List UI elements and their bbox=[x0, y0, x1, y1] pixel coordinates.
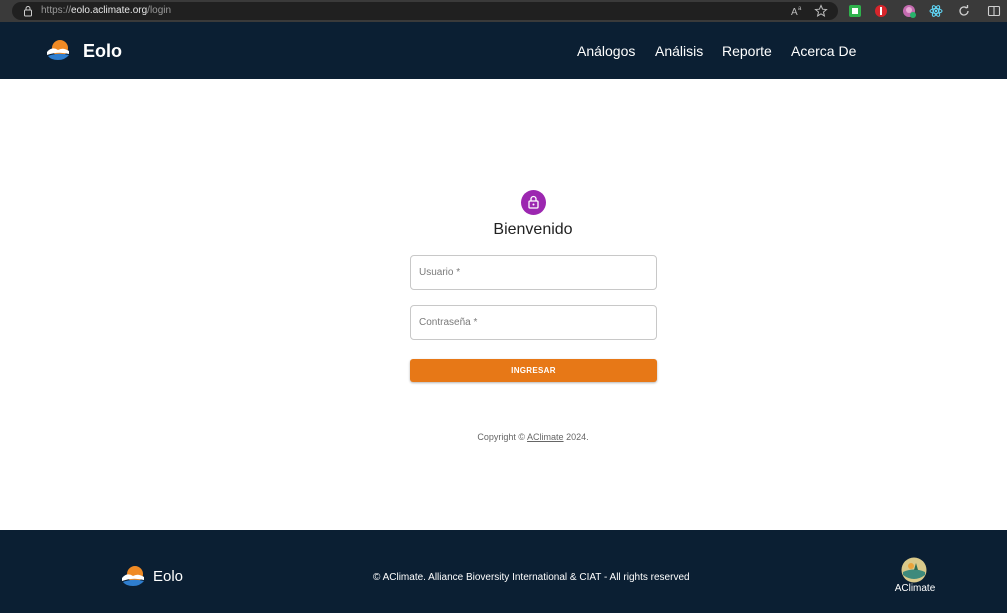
url-host: eolo.aclimate.org bbox=[71, 5, 148, 16]
browser-toolbar: https://eolo.aclimate.org/login A a bbox=[0, 0, 1007, 22]
username-input[interactable] bbox=[411, 256, 656, 289]
aclimate-link[interactable]: AClimate bbox=[527, 432, 564, 442]
favorite-star-icon[interactable] bbox=[814, 4, 828, 18]
extension-react-icon[interactable] bbox=[929, 4, 943, 18]
site-footer: Eolo © AClimate. Alliance Bioversity Int… bbox=[0, 530, 1007, 613]
extension-red-icon[interactable] bbox=[874, 4, 888, 18]
copyright-suffix: 2024. bbox=[563, 432, 589, 442]
nav-analogos[interactable]: Análogos bbox=[577, 42, 635, 60]
svg-text:a: a bbox=[798, 6, 802, 12]
eolo-logo-icon bbox=[122, 566, 144, 586]
refresh-icon[interactable] bbox=[957, 4, 971, 18]
aclimate-logo-icon[interactable] bbox=[901, 557, 927, 583]
login-button[interactable]: INGRESAR bbox=[410, 359, 657, 382]
nav-acerca-de[interactable]: Acerca De bbox=[791, 42, 856, 60]
password-input[interactable] bbox=[411, 306, 656, 339]
url-protocol: https:// bbox=[41, 5, 72, 16]
login-copyright: Copyright © AClimate 2024. bbox=[383, 432, 683, 443]
login-title: Bienvenido bbox=[493, 221, 573, 238]
svg-text:A: A bbox=[791, 7, 798, 18]
nav-reporte[interactable]: Reporte bbox=[722, 42, 772, 60]
footer-brand: Eolo bbox=[153, 568, 184, 585]
site-header: Eolo Análogos Análisis Reporte Acerca De bbox=[0, 22, 1007, 79]
lock-icon[interactable] bbox=[22, 5, 34, 17]
extension-green-icon[interactable] bbox=[848, 4, 862, 18]
address-bar[interactable]: https://eolo.aclimate.org/login A a bbox=[12, 2, 838, 20]
copyright-prefix: Copyright © bbox=[477, 432, 528, 442]
site-brand[interactable]: Eolo bbox=[83, 40, 122, 62]
split-screen-icon[interactable] bbox=[987, 4, 1001, 18]
footer-copyright: © AClimate. Alliance Bioversity Internat… bbox=[373, 572, 690, 583]
username-field[interactable] bbox=[410, 255, 657, 290]
url-text[interactable]: https://eolo.aclimate.org/login bbox=[41, 4, 171, 18]
read-aloud-icon[interactable]: A a bbox=[790, 4, 804, 18]
lock-icon bbox=[528, 195, 539, 209]
extension-avatar-icon[interactable] bbox=[902, 4, 916, 18]
aclimate-label: AClimate bbox=[894, 583, 936, 594]
eolo-logo-icon[interactable] bbox=[45, 39, 71, 61]
password-field[interactable] bbox=[410, 305, 657, 340]
nav-analisis[interactable]: Análisis bbox=[655, 42, 703, 60]
lock-avatar bbox=[521, 190, 546, 215]
url-path: /login bbox=[147, 5, 172, 16]
